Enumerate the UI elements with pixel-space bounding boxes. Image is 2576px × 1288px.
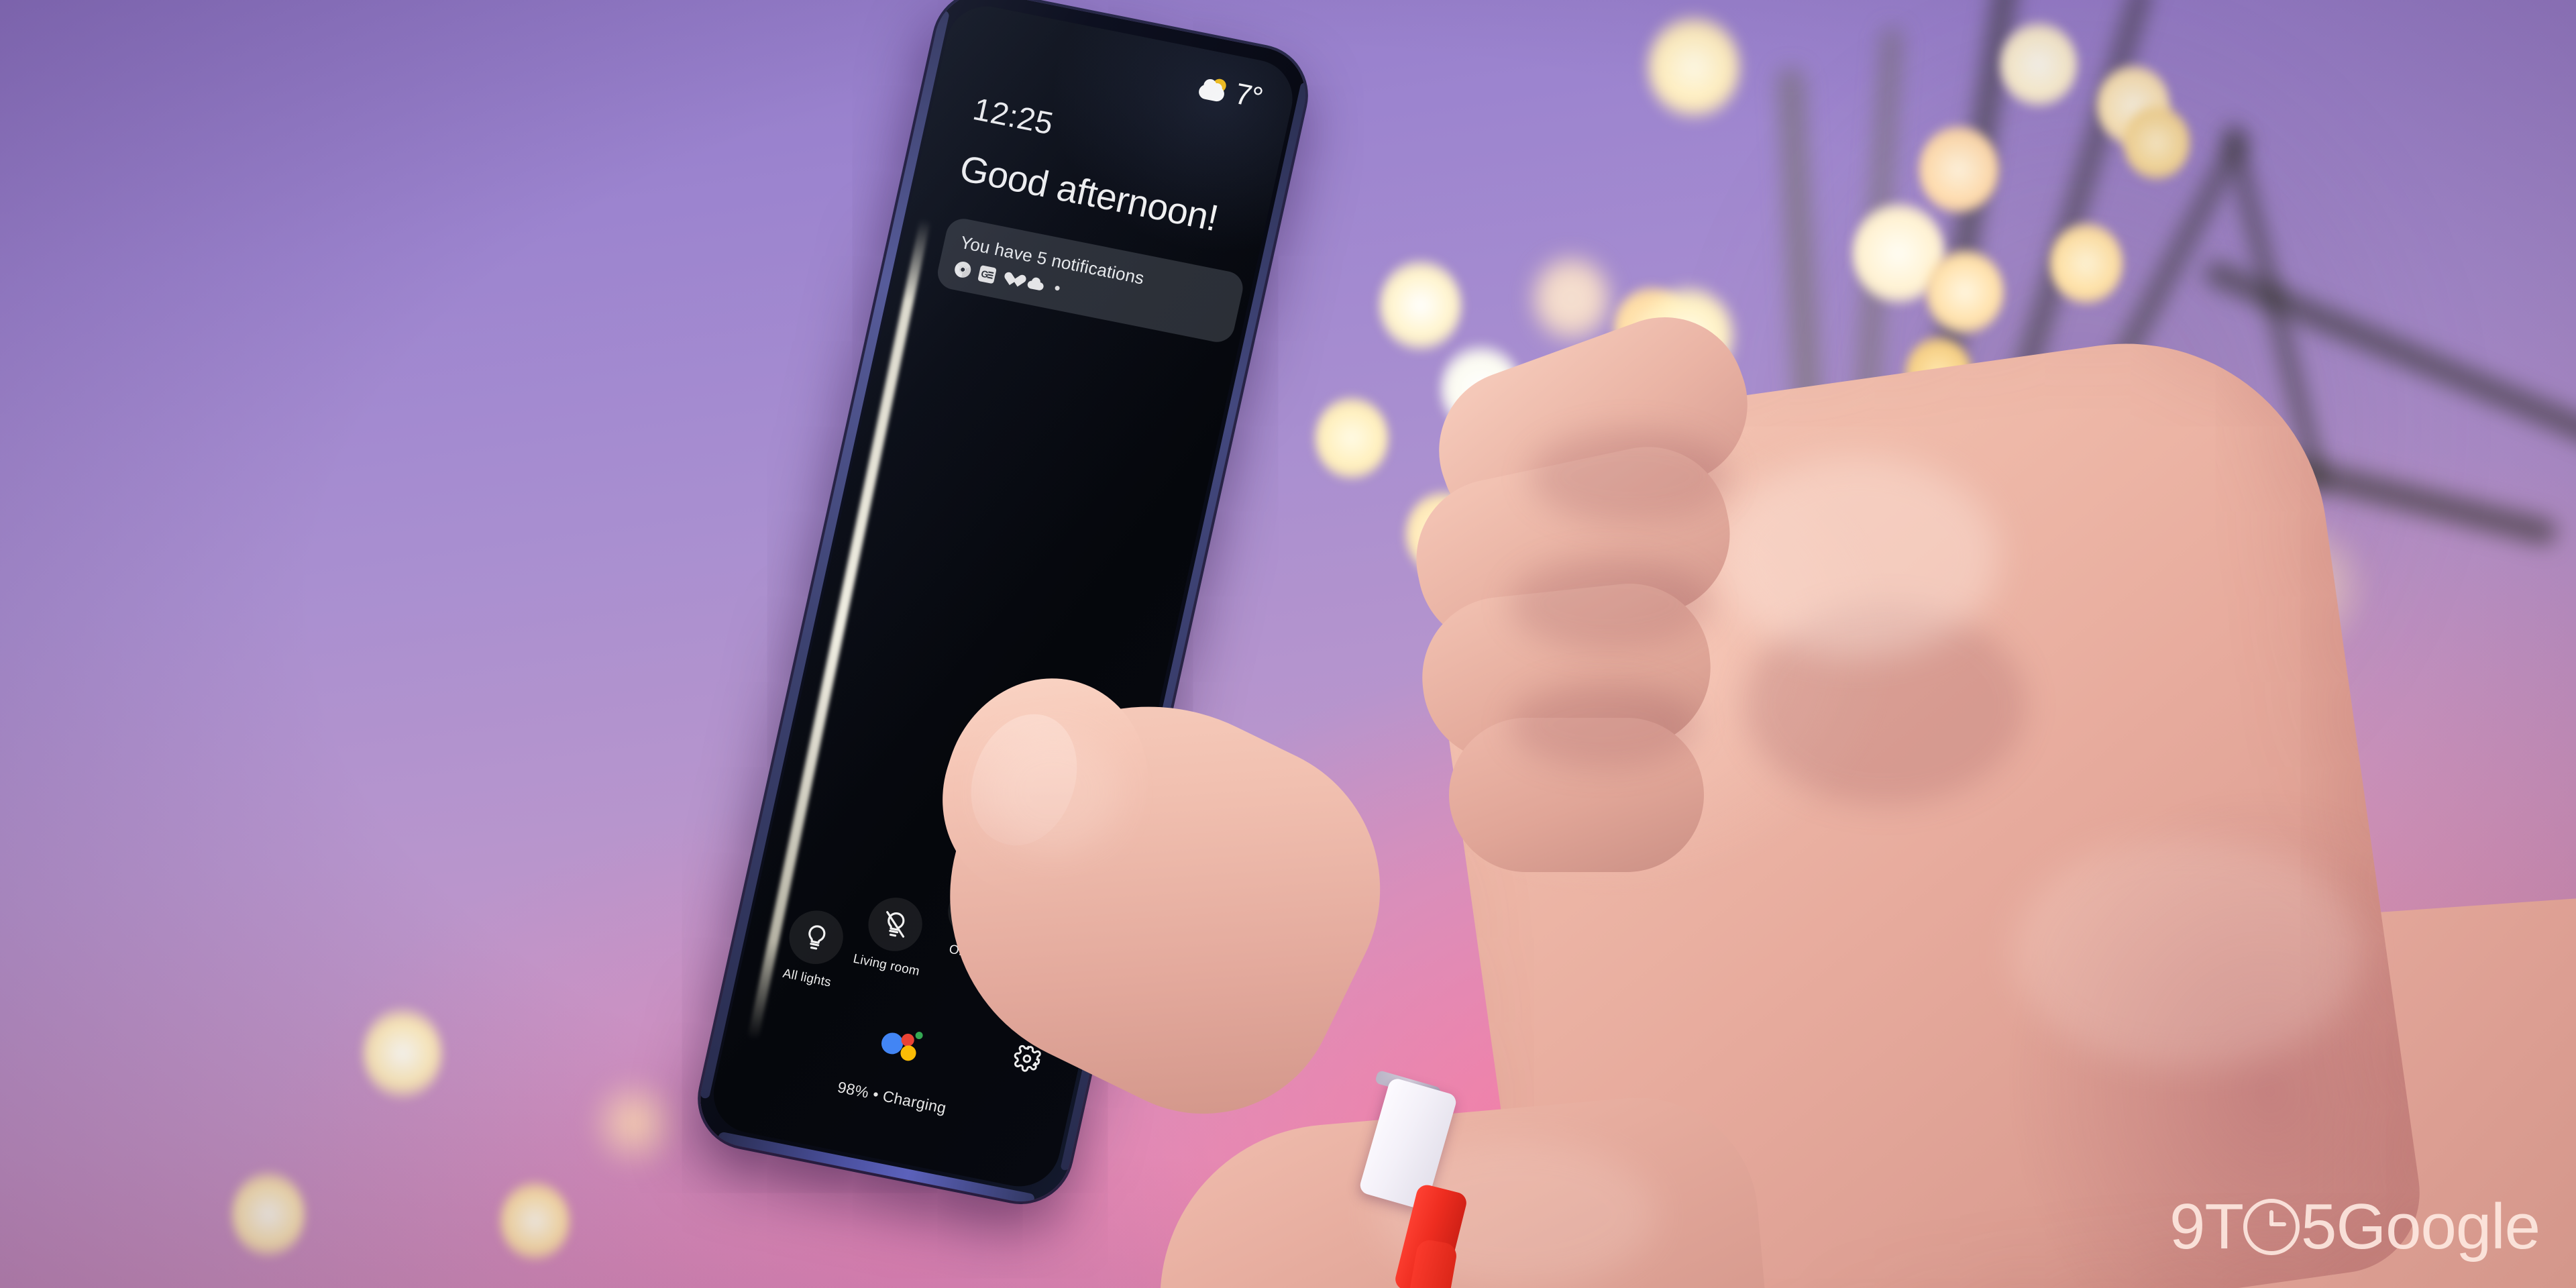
light-control-label: All lights (781, 966, 833, 990)
google-news-icon (977, 265, 997, 284)
light-control-label: Living room (851, 951, 921, 979)
lightbulb-off-icon (863, 893, 928, 956)
clock-glyph-icon (2243, 1199, 2300, 1255)
heart-icon (1002, 270, 1021, 288)
thumb-highlight (986, 731, 1120, 852)
cloud-icon (1026, 275, 1046, 294)
watermark-prefix: 9T (2169, 1191, 2244, 1263)
palm-highlight (1717, 456, 1999, 657)
finger-shadow (1509, 557, 1711, 651)
hand (0, 0, 2576, 1288)
watermark-suffix: 5Google (2301, 1191, 2540, 1263)
chrome-icon (953, 260, 973, 279)
partly-cloudy-icon (1197, 75, 1232, 103)
palm-highlight (2012, 839, 2361, 1067)
assistant-dot-green (914, 1031, 924, 1040)
lightbulb-icon (784, 906, 849, 969)
clock-label: 12:25 (970, 91, 1057, 142)
screenshot-canvas: 7° 12:25 Good afternoon! You have 5 noti… (0, 0, 2576, 1288)
light-control-living-room[interactable]: Living room (848, 891, 938, 980)
finger-shadow (1509, 681, 1697, 768)
finger-shadow (1529, 429, 1731, 523)
more-dot-icon (1054, 285, 1061, 291)
watermark: 9T 5Google (2169, 1190, 2540, 1264)
